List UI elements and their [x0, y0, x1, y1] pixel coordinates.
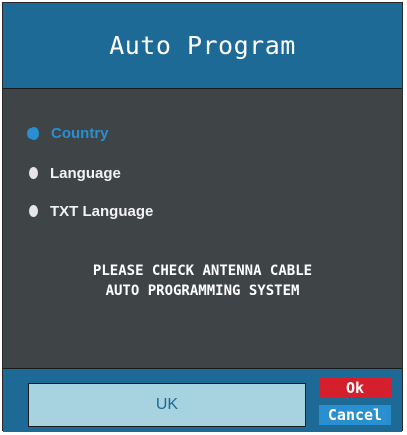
message-line-1: PLEASE CHECK ANTENNA CABLE	[92, 263, 313, 279]
option-txt-language-label: TXT Language	[50, 202, 154, 220]
option-txt-language[interactable]: TXT Language	[29, 201, 153, 221]
cancel-button[interactable]: Cancel	[319, 405, 391, 425]
option-country-label: Country	[51, 124, 109, 142]
country-value-field[interactable]: UK	[28, 383, 306, 427]
status-message: PLEASE CHECK ANTENNA CABLE AUTO PROGRAMM…	[3, 261, 402, 301]
message-line-2: AUTO PROGRAMMING SYSTEM	[105, 283, 300, 299]
dialog-title: Auto Program	[109, 31, 296, 60]
radio-unselected-icon	[29, 205, 38, 217]
footer-bar: UK Ok Cancel	[3, 368, 402, 432]
option-language-label: Language	[50, 164, 121, 182]
option-country[interactable]: Country	[29, 123, 109, 143]
radio-selected-icon	[29, 126, 39, 140]
radio-unselected-icon	[29, 167, 38, 179]
ok-button[interactable]: Ok	[319, 378, 391, 398]
title-bar: Auto Program	[3, 3, 402, 89]
option-language[interactable]: Language	[29, 163, 121, 183]
auto-program-dialog: Auto Program Country Language TXT Langua…	[2, 2, 403, 432]
